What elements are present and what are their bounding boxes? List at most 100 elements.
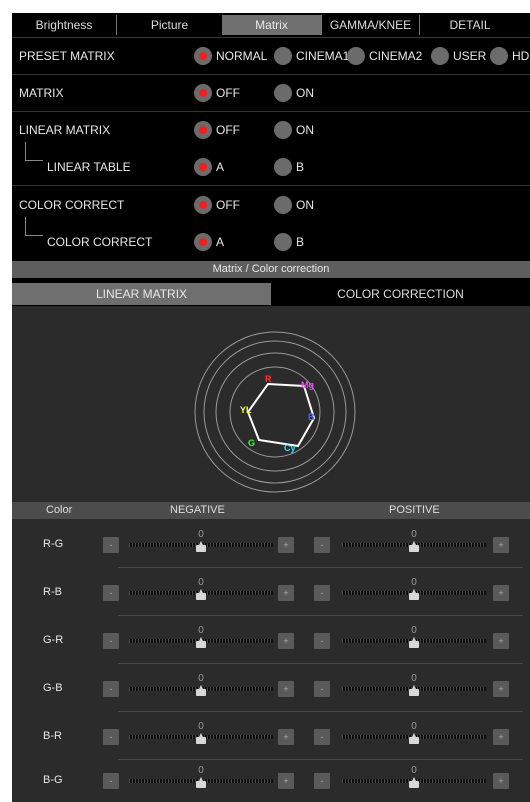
negative-plus-button[interactable]: + bbox=[278, 537, 294, 553]
negative-plus-button[interactable]: + bbox=[278, 729, 294, 745]
tab-matrix[interactable]: Matrix bbox=[222, 15, 321, 35]
negative-plus-button[interactable]: + bbox=[278, 585, 294, 601]
positive-plus-button[interactable]: + bbox=[493, 537, 509, 553]
subtab-linear-matrix[interactable]: LINEAR MATRIX bbox=[12, 283, 271, 305]
negative-slider[interactable]: 0 bbox=[129, 529, 273, 557]
vector-label-r: R bbox=[265, 374, 272, 384]
positive-plus-button[interactable]: + bbox=[493, 729, 509, 745]
negative-minus-button[interactable]: - bbox=[103, 729, 119, 745]
slider-thumb-icon[interactable] bbox=[196, 637, 206, 649]
sub-tabs: LINEAR MATRIX COLOR CORRECTION bbox=[12, 283, 530, 305]
slider-thumb-icon[interactable] bbox=[196, 541, 206, 553]
slider-thumb-icon[interactable] bbox=[196, 777, 206, 789]
negative-minus-button[interactable]: - bbox=[103, 681, 119, 697]
positive-plus-button[interactable]: + bbox=[493, 633, 509, 649]
radio-dot-icon bbox=[274, 233, 292, 251]
radio-dot-icon bbox=[274, 196, 292, 214]
positive-slider[interactable]: 0 bbox=[342, 721, 486, 749]
radio-dot-icon bbox=[490, 47, 508, 65]
slider-thumb-icon[interactable] bbox=[196, 589, 206, 601]
row-color-correct: COLOR CORRECT OFF ON bbox=[12, 187, 530, 224]
tab-picture[interactable]: Picture bbox=[116, 15, 222, 35]
negative-plus-button[interactable]: + bbox=[278, 773, 294, 789]
color-correct-label: COLOR CORRECT bbox=[19, 198, 125, 212]
linear-matrix-label: LINEAR MATRIX bbox=[19, 123, 111, 137]
slider-thumb-icon[interactable] bbox=[196, 685, 206, 697]
positive-minus-button[interactable]: - bbox=[314, 585, 330, 601]
row-color-correct-table: COLOR CORRECT A B bbox=[12, 217, 530, 261]
positive-minus-button[interactable]: - bbox=[314, 729, 330, 745]
negative-plus-button[interactable]: + bbox=[278, 681, 294, 697]
negative-slider[interactable]: 0 bbox=[129, 765, 273, 793]
main-tabs: Brightness Picture Matrix GAMMA/KNEE DET… bbox=[12, 13, 530, 37]
slider-value: 0 bbox=[198, 577, 204, 588]
matrix-label: MATRIX bbox=[19, 86, 64, 100]
radio-label: NORMAL bbox=[216, 49, 268, 63]
positive-plus-button[interactable]: + bbox=[493, 585, 509, 601]
radio-label: CINEMA2 bbox=[369, 49, 423, 63]
slider-value: 0 bbox=[198, 765, 204, 776]
negative-slider[interactable]: 0 bbox=[129, 577, 273, 605]
slider-thumb-icon[interactable] bbox=[409, 777, 419, 789]
radio-label: A bbox=[216, 235, 225, 249]
adjust-row-b-g: B-G - 0 + - 0 + bbox=[12, 755, 530, 799]
radio-label: OFF bbox=[216, 86, 240, 100]
radio-dot-selected-icon bbox=[194, 84, 212, 102]
positive-plus-button[interactable]: + bbox=[493, 773, 509, 789]
tree-connector bbox=[25, 160, 43, 161]
slider-thumb-icon[interactable] bbox=[409, 637, 419, 649]
section-title: Matrix / Color correction bbox=[12, 261, 530, 278]
negative-minus-button[interactable]: - bbox=[103, 585, 119, 601]
slider-thumb-icon[interactable] bbox=[409, 685, 419, 697]
negative-slider[interactable]: 0 bbox=[129, 625, 273, 653]
positive-minus-button[interactable]: - bbox=[314, 681, 330, 697]
slider-thumb-icon[interactable] bbox=[409, 541, 419, 553]
positive-minus-button[interactable]: - bbox=[314, 773, 330, 789]
vector-label-yl: YL bbox=[240, 405, 252, 415]
negative-plus-button[interactable]: + bbox=[278, 633, 294, 649]
col-negative-header: NEGATIVE bbox=[170, 504, 225, 516]
radio-label: A bbox=[216, 160, 225, 174]
adjust-header: Color NEGATIVE POSITIVE bbox=[12, 502, 530, 519]
subtab-color-correction[interactable]: COLOR CORRECTION bbox=[271, 283, 530, 305]
preset-matrix-label: PRESET MATRIX bbox=[19, 49, 115, 63]
positive-minus-button[interactable]: - bbox=[314, 633, 330, 649]
vector-label-b: B bbox=[308, 412, 315, 422]
radio-label: OFF bbox=[216, 123, 240, 137]
positive-slider[interactable]: 0 bbox=[342, 673, 486, 701]
tree-connector bbox=[25, 217, 26, 235]
camera-settings-panel: Brightness Picture Matrix GAMMA/KNEE DET… bbox=[12, 13, 530, 802]
positive-plus-button[interactable]: + bbox=[493, 681, 509, 697]
adjust-row-r-b: R-B - 0 + - 0 + bbox=[12, 567, 530, 611]
negative-minus-button[interactable]: - bbox=[103, 537, 119, 553]
radio-label: OFF bbox=[216, 198, 240, 212]
radio-label: USER bbox=[453, 49, 487, 63]
tab-detail[interactable]: DETAIL bbox=[419, 15, 520, 35]
slider-thumb-icon[interactable] bbox=[409, 589, 419, 601]
positive-slider[interactable]: 0 bbox=[342, 765, 486, 793]
tab-gamma-knee[interactable]: GAMMA/KNEE bbox=[321, 15, 419, 35]
vectorscope-panel: R Mg B Cy G YL bbox=[12, 306, 530, 502]
negative-minus-button[interactable]: - bbox=[103, 773, 119, 789]
radio-label: B bbox=[296, 235, 305, 249]
positive-slider[interactable]: 0 bbox=[342, 625, 486, 653]
positive-slider[interactable]: 0 bbox=[342, 529, 486, 557]
negative-slider[interactable]: 0 bbox=[129, 721, 273, 749]
negative-slider[interactable]: 0 bbox=[129, 673, 273, 701]
linear-table-label: LINEAR TABLE bbox=[47, 160, 131, 174]
adjust-row-label: B-G bbox=[43, 774, 63, 786]
slider-value: 0 bbox=[411, 577, 417, 588]
adjust-row-label: G-B bbox=[43, 682, 63, 694]
slider-thumb-icon[interactable] bbox=[409, 733, 419, 745]
col-color-header: Color bbox=[46, 504, 73, 516]
negative-minus-button[interactable]: - bbox=[103, 633, 119, 649]
positive-minus-button[interactable]: - bbox=[314, 537, 330, 553]
slider-thumb-icon[interactable] bbox=[196, 733, 206, 745]
adjust-row-b-r: B-R - 0 + - 0 + bbox=[12, 711, 530, 755]
slider-value: 0 bbox=[198, 625, 204, 636]
tab-brightness[interactable]: Brightness bbox=[12, 15, 116, 35]
scope-ring bbox=[194, 331, 356, 493]
radio-dot-icon bbox=[274, 158, 292, 176]
positive-slider[interactable]: 0 bbox=[342, 577, 486, 605]
adjust-row-g-r: G-R - 0 + - 0 + bbox=[12, 615, 530, 659]
